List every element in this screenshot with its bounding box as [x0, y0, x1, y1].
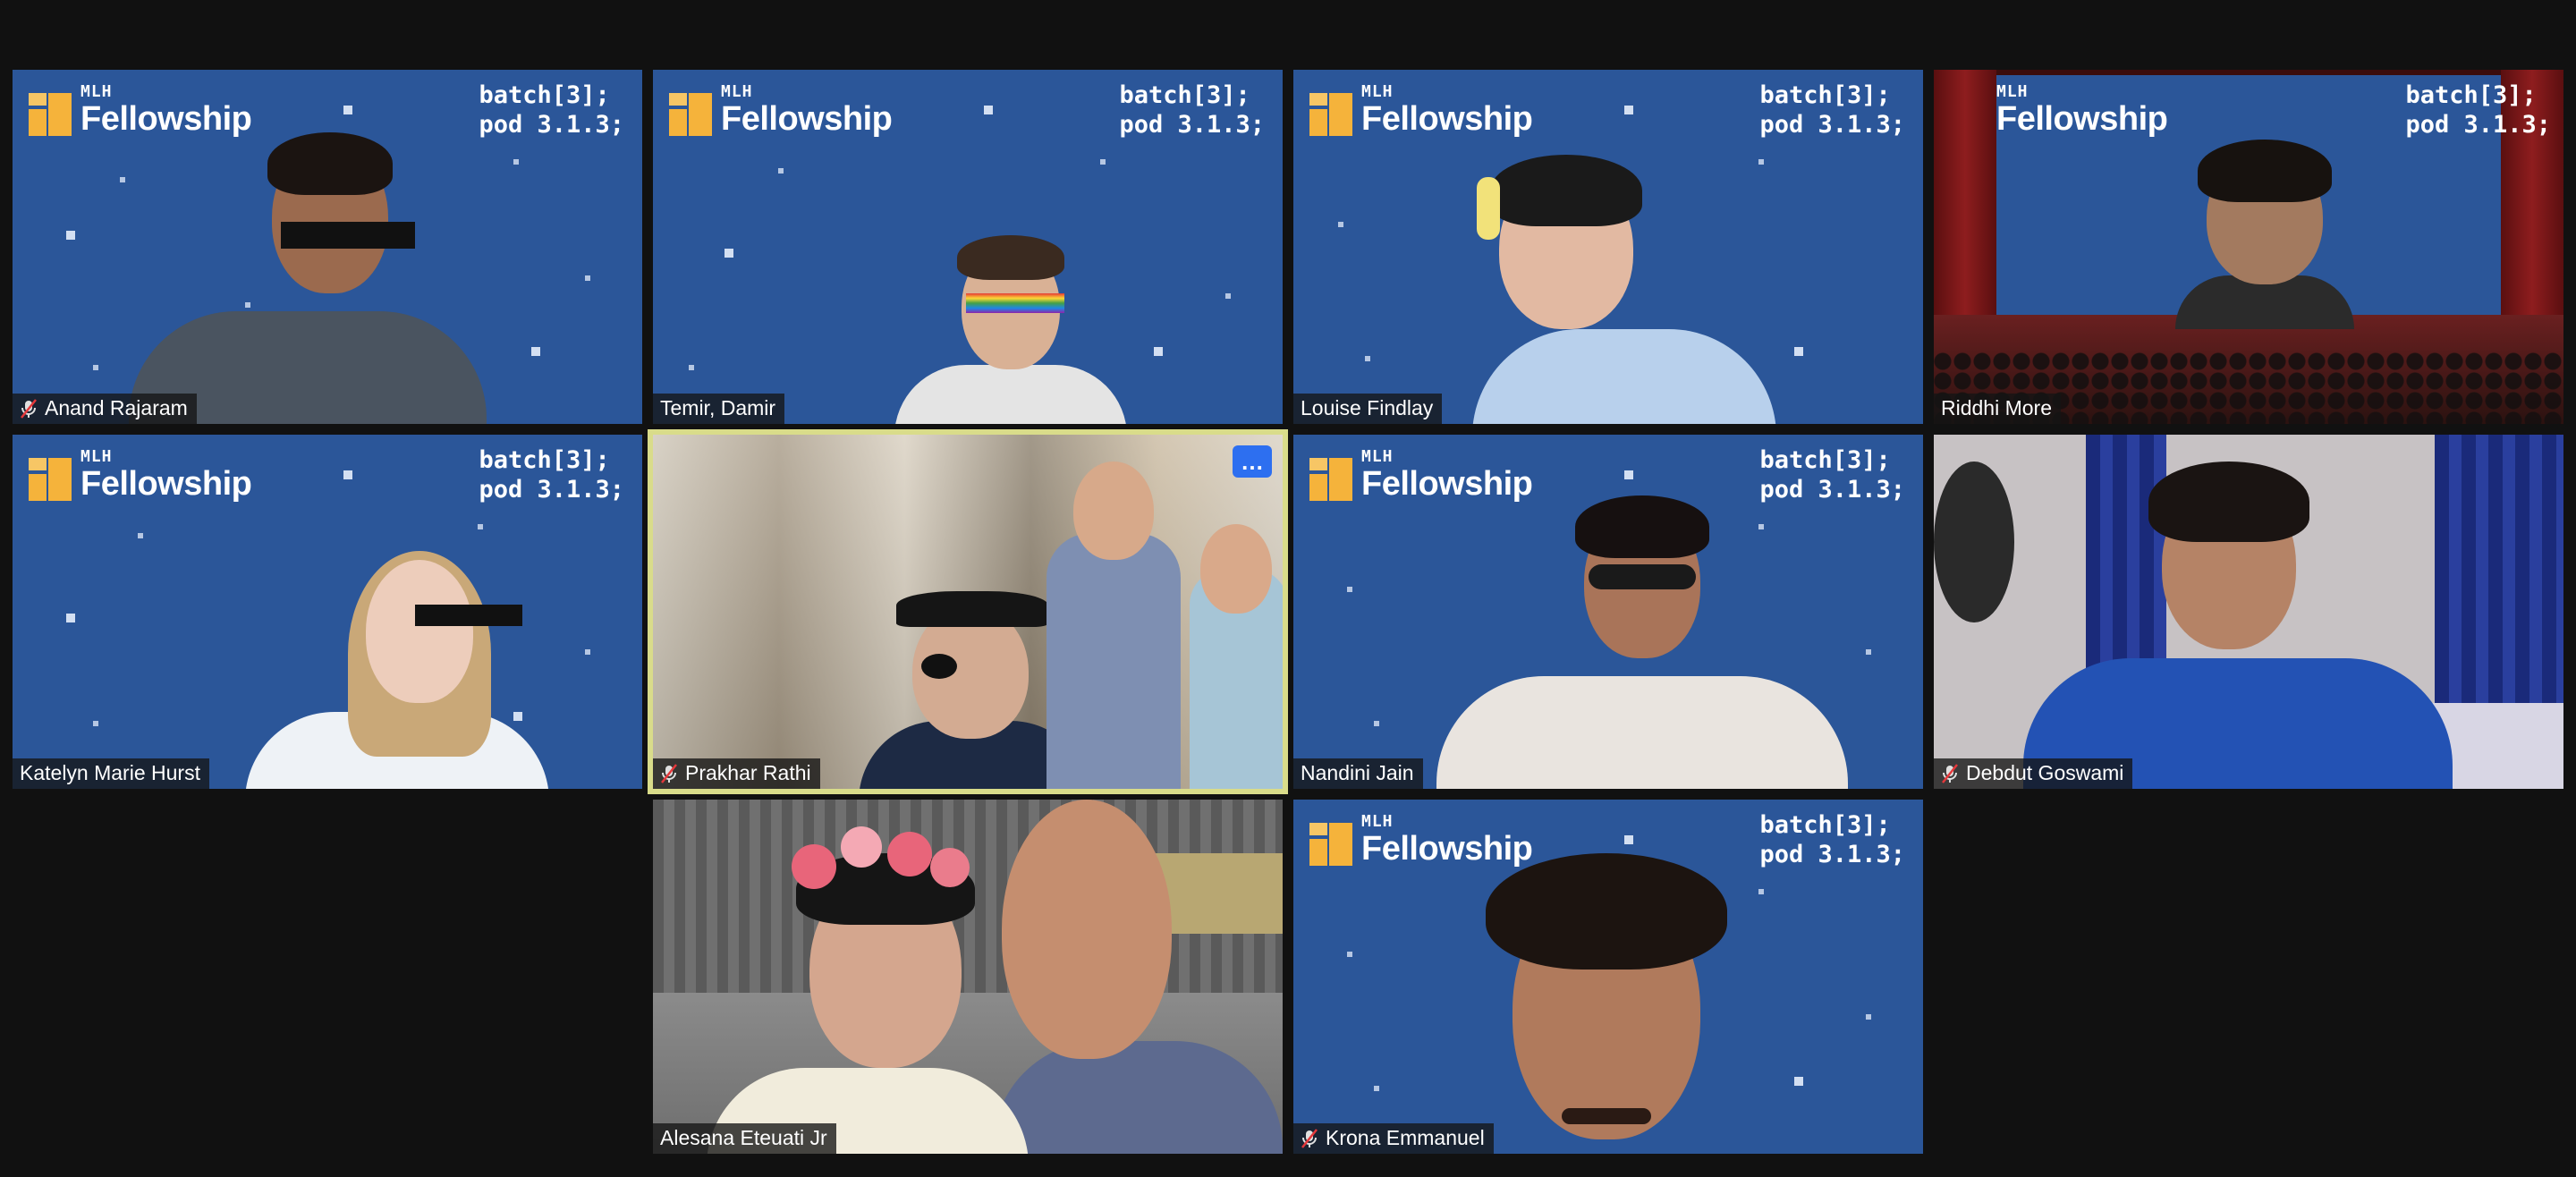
video-tile-prakhar-rathi[interactable]: … Prakhar Rathi — [648, 429, 1288, 794]
video-tile-katelyn-marie-hurst[interactable]: MLH Fellowship batch[3]; pod 3.1.3; Katel… — [13, 435, 642, 789]
participant-name-label: Katelyn Marie Hurst — [13, 758, 209, 789]
mlh-logo: MLH Fellowship — [1309, 814, 1533, 866]
eyepatch-filter — [921, 654, 957, 679]
batch-pod-text: batch[3]; pod 3.1.3; — [1759, 81, 1905, 139]
mlh-logo: MLH Fellowship — [669, 84, 893, 136]
batch-pod-text: batch[3]; pod 3.1.3; — [1759, 446, 1905, 504]
batch-pod-text: batch[3]; pod 3.1.3; — [2405, 81, 2551, 139]
sunglasses — [1589, 564, 1696, 589]
video-tile-alesana-eteuati-jr[interactable]: Alesana Eteuati Jr — [653, 800, 1283, 1154]
muted-mic-icon — [20, 398, 38, 419]
participant-name-label: Krona Emmanuel — [1293, 1123, 1494, 1154]
headphones — [1477, 177, 1500, 240]
participant-name-label: Alesana Eteuati Jr — [653, 1123, 836, 1154]
sunglasses-filter — [415, 605, 522, 626]
participant-name-label: Riddhi More — [1934, 394, 2061, 424]
batch-pod-text: batch[3]; pod 3.1.3; — [1759, 811, 1905, 868]
video-tile-krona-emmanuel[interactable]: MLH Fellowship batch[3]; pod 3.1.3; Krona… — [1293, 800, 1923, 1154]
batch-pod-text: batch[3]; pod 3.1.3; — [479, 446, 624, 504]
pirate-hat-filter — [896, 591, 1048, 627]
more-options-button[interactable]: … — [1233, 445, 1272, 478]
mlh-logo: MLH Fellowship — [29, 84, 252, 136]
participant-name-label: Nandini Jain — [1293, 758, 1423, 789]
batch-pod-text: batch[3]; pod 3.1.3; — [1119, 81, 1265, 139]
mlh-logo: MLH Fellowship — [1309, 84, 1533, 136]
batch-pod-text: batch[3]; pod 3.1.3; — [479, 81, 624, 139]
mlh-logo: MLH Fellowship — [29, 449, 252, 501]
video-tile-nandini-jain[interactable]: MLH Fellowship batch[3]; pod 3.1.3; Nandi… — [1293, 435, 1923, 789]
participant-name-label: Prakhar Rathi — [653, 758, 820, 789]
participant-name-label: Anand Rajaram — [13, 394, 197, 424]
participant-name-label: Temir, Damir — [653, 394, 785, 424]
mustache — [1562, 1108, 1651, 1124]
video-tile-temir-damir[interactable]: MLH Fellowship batch[3]; pod 3.1.3; Temir… — [653, 70, 1283, 424]
sunglasses-filter — [281, 222, 415, 249]
rainbow-filter — [966, 293, 1064, 313]
video-tile-riddhi-more[interactable]: MLH Fellowship batch[3]; pod 3.1.3; Riddh… — [1934, 70, 2563, 424]
video-tile-debdut-goswami[interactable]: Debdut Goswami — [1934, 435, 2563, 789]
muted-mic-icon — [660, 763, 678, 783]
mlh-logo: MLH Fellowship — [1996, 82, 2168, 138]
video-gallery: MLH Fellowship batch[3]; pod 3.1.3; Anand… — [0, 0, 2576, 1177]
participant-name-label: Debdut Goswami — [1934, 758, 2133, 789]
muted-mic-icon — [1301, 1128, 1318, 1148]
muted-mic-icon — [1941, 763, 1959, 783]
mlh-logo: MLH Fellowship — [1309, 449, 1533, 501]
participant-name-label: Louise Findlay — [1293, 394, 1443, 424]
video-tile-louise-findlay[interactable]: MLH Fellowship batch[3]; pod 3.1.3; Louis… — [1293, 70, 1923, 424]
video-tile-anand-rajaram[interactable]: MLH Fellowship batch[3]; pod 3.1.3; Anand… — [13, 70, 642, 424]
